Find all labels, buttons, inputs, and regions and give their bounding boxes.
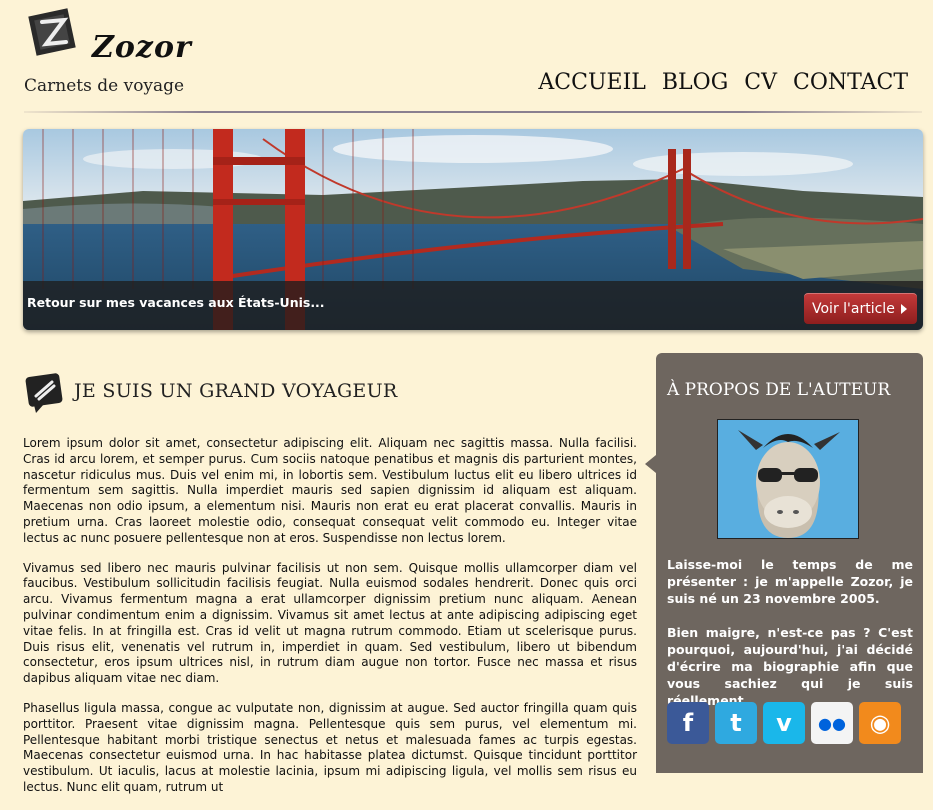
- vimeo-icon[interactable]: v: [763, 702, 805, 744]
- main-nav: ACCUEIL BLOG CV CONTACT: [538, 70, 908, 95]
- zozor-avatar-icon: [738, 430, 840, 538]
- tagline: Carnets de voyage: [24, 76, 185, 96]
- twitter-glyph: t: [730, 709, 742, 737]
- rss-icon[interactable]: ◉: [859, 702, 901, 744]
- banner-caption: Retour sur mes vacances aux États-Unis..…: [27, 295, 325, 310]
- sidebar-title: À PROPOS DE L'AUTEUR: [667, 380, 891, 400]
- article-body: Lorem ipsum dolor sit amet, consectetur …: [23, 436, 637, 810]
- brand-name[interactable]: Zozor: [92, 30, 192, 65]
- header-divider: [24, 111, 922, 113]
- article-paragraph: Phasellus ligula massa, congue ac vulput…: [23, 700, 637, 794]
- rss-glyph: ◉: [869, 709, 891, 737]
- article-paragraph: Vivamus sed libero nec mauris pulvinar f…: [23, 560, 637, 686]
- featured-banner: Retour sur mes vacances aux États-Unis..…: [23, 129, 923, 330]
- nav-link-cv[interactable]: CV: [744, 70, 777, 95]
- sidebar-pointer: [645, 455, 656, 473]
- social-links: f t v ●● ◉: [667, 702, 901, 744]
- article-paragraph: Lorem ipsum dolor sit amet, consectetur …: [23, 436, 637, 545]
- avatar: [717, 419, 859, 539]
- bio-paragraph: Bien maigre, n'est-ce pas ? C'est pourqu…: [667, 625, 913, 708]
- read-article-label: Voir l'article: [812, 300, 895, 317]
- zozor-logo-icon[interactable]: [24, 6, 82, 60]
- nav-link-blog[interactable]: BLOG: [662, 70, 728, 95]
- chevron-right-icon: [900, 303, 907, 314]
- author-bio: Laisse-moi le temps de me présenter : je…: [667, 556, 913, 726]
- article-title: JE SUIS UN GRAND VOYAGEUR: [74, 380, 398, 402]
- flickr-glyph: ●●: [818, 713, 846, 733]
- vimeo-glyph: v: [776, 709, 792, 737]
- nav-link-contact[interactable]: CONTACT: [793, 70, 908, 95]
- nav-link-accueil[interactable]: ACCUEIL: [538, 70, 645, 95]
- flickr-icon[interactable]: ●●: [811, 702, 853, 744]
- speech-bubble-icon: [25, 373, 63, 413]
- facebook-glyph: f: [682, 709, 694, 737]
- read-article-button[interactable]: Voir l'article: [804, 293, 917, 324]
- bio-paragraph: Laisse-moi le temps de me présenter : je…: [667, 557, 913, 606]
- twitter-icon[interactable]: t: [715, 702, 757, 744]
- facebook-icon[interactable]: f: [667, 702, 709, 744]
